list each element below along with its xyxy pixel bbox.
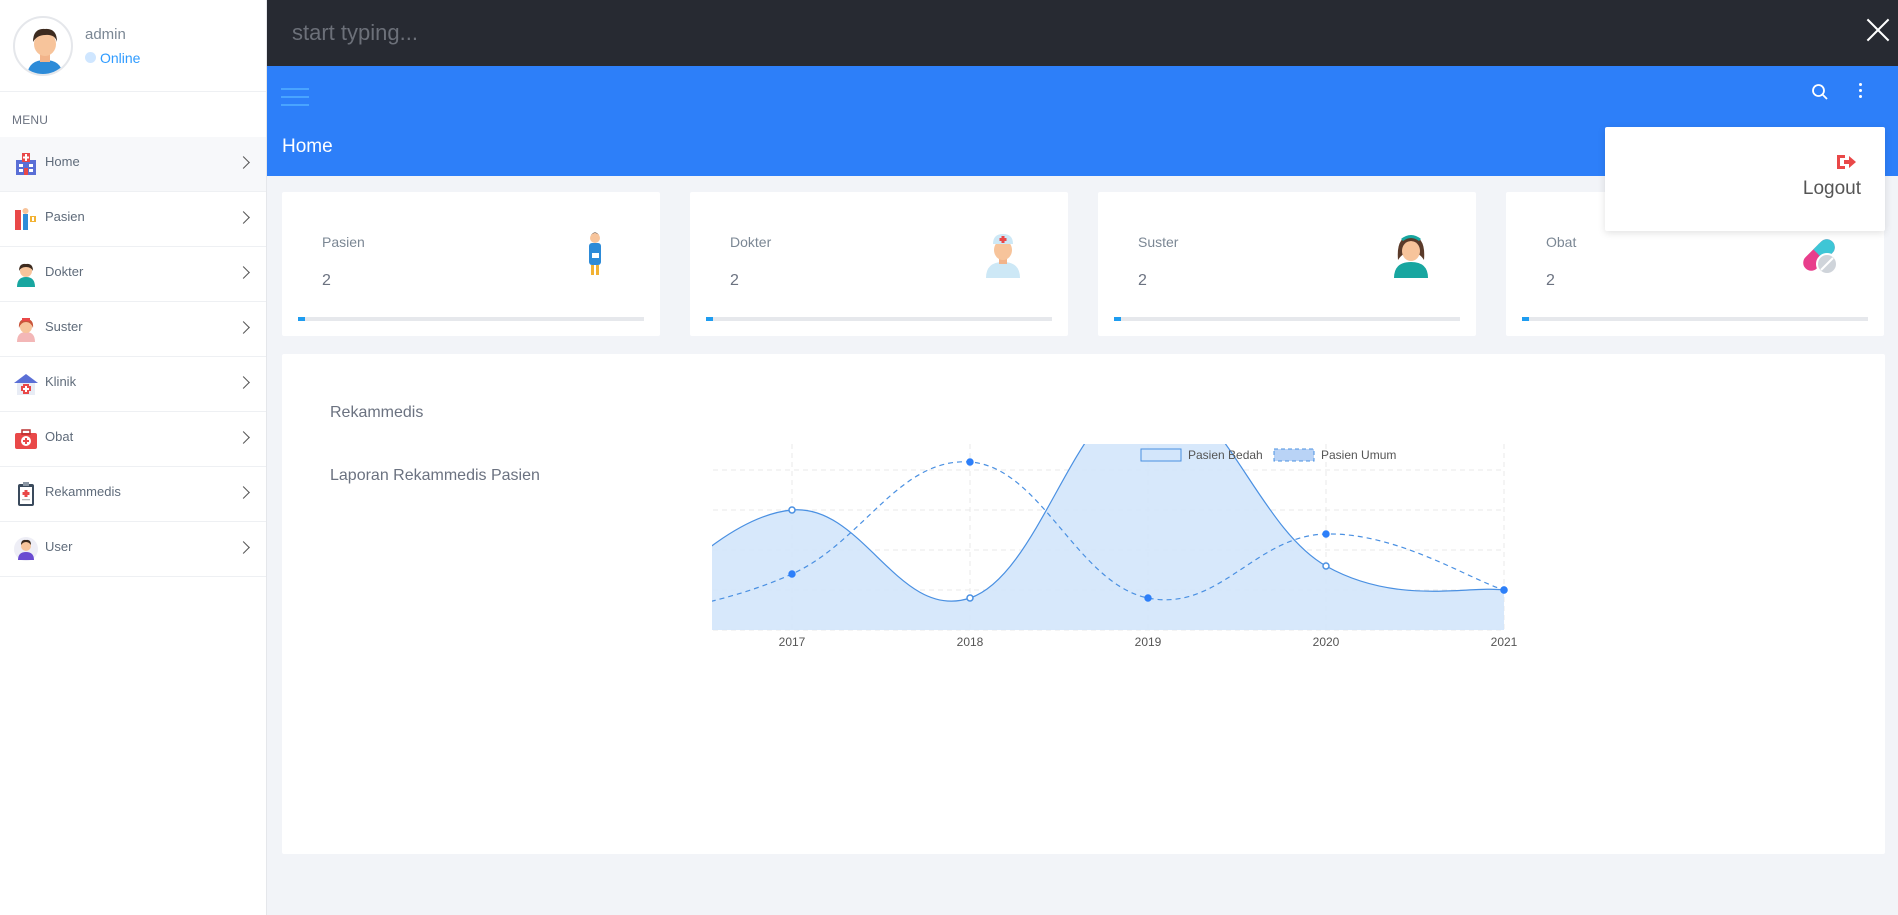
sidebar-item-obat[interactable]: Obat <box>0 412 266 467</box>
doctor-icon <box>12 260 40 288</box>
data-point <box>966 458 974 466</box>
user-avatar-icon <box>27 28 63 74</box>
search-input[interactable] <box>292 15 1592 51</box>
x-tick-label: 2019 <box>1135 635 1162 649</box>
stat-card-label: Obat <box>1546 234 1577 250</box>
sidebar-item-home[interactable]: Home <box>0 137 266 192</box>
stat-card-label: Dokter <box>730 234 772 250</box>
progress-bar <box>298 317 644 321</box>
page-title: Home <box>282 136 333 157</box>
x-tick-label: 2021 <box>1491 635 1518 649</box>
nurse-icon <box>1394 235 1428 278</box>
nurse-icon <box>12 315 40 343</box>
data-point <box>1322 562 1330 570</box>
progress-fill <box>1114 317 1121 321</box>
menu-header: MENU <box>12 113 49 127</box>
stat-card-pasien: Pasien 2 <box>282 192 660 336</box>
data-point <box>788 570 796 578</box>
series-area <box>712 444 1504 630</box>
data-point <box>1500 586 1508 594</box>
sidebar-item-dokter[interactable]: Dokter <box>0 247 266 302</box>
data-point <box>966 594 974 602</box>
patients-icon <box>12 205 40 233</box>
clinic-icon <box>12 370 40 398</box>
user-dropdown: Logout <box>1605 127 1885 231</box>
line-chart: 051015202530201620172018201920202021Pasi… <box>712 444 1518 649</box>
user-name: admin <box>85 25 126 43</box>
chevron-right-icon <box>237 486 250 499</box>
sidebar-item-label: Rekammedis <box>45 483 121 499</box>
sidebar-item-label: Suster <box>45 318 83 334</box>
close-icon[interactable] <box>1866 18 1890 42</box>
sidebar: admin Online MENU Home Pasien Dokter Sus… <box>0 0 267 915</box>
data-point <box>1322 530 1330 538</box>
stat-card-value: 2 <box>1138 272 1147 289</box>
sidebar-item-rekammedis[interactable]: Rekammedis <box>0 467 266 522</box>
sidebar-item-pasien[interactable]: Pasien <box>0 192 266 247</box>
legend-swatch <box>1273 448 1315 462</box>
chart-panel: Rekammedis Laporan Rekammedis Pasien 051… <box>282 354 1885 854</box>
logout-button[interactable]: Logout <box>1803 178 1861 200</box>
user-icon <box>12 535 40 563</box>
chevron-right-icon <box>237 431 250 444</box>
more-vertical-icon[interactable] <box>1855 83 1865 103</box>
x-tick-label: 2018 <box>957 635 984 649</box>
avatar[interactable] <box>13 15 73 76</box>
search-icon[interactable] <box>1811 83 1829 101</box>
stat-card-label: Suster <box>1138 234 1179 250</box>
user-status-label: Online <box>100 49 141 66</box>
stat-card-suster: Suster 2 <box>1098 192 1476 336</box>
stat-card-dokter: Dokter 2 <box>690 192 1068 336</box>
legend-label: Pasien Umum <box>1321 448 1396 462</box>
progress-bar <box>706 317 1052 321</box>
chevron-right-icon <box>237 211 250 224</box>
hospital-icon <box>12 150 40 178</box>
progress-bar <box>1114 317 1460 321</box>
sidebar-item-label: Obat <box>45 428 74 444</box>
chevron-right-icon <box>237 321 250 334</box>
medicine-kit-icon <box>12 425 40 453</box>
x-tick-label: 2020 <box>1313 635 1340 649</box>
x-tick-label: 2017 <box>779 635 806 649</box>
legend-label: Pasien Bedah <box>1188 448 1263 462</box>
stat-card-label: Pasien <box>322 234 365 250</box>
legend-swatch <box>1140 448 1182 462</box>
chevron-right-icon <box>237 376 250 389</box>
search-bar <box>267 0 1898 66</box>
progress-fill <box>706 317 713 321</box>
progress-bar <box>1522 317 1868 321</box>
stat-card-value: 2 <box>1546 272 1555 289</box>
online-dot-icon <box>85 52 96 63</box>
panel-title: Rekammedis <box>330 404 424 421</box>
progress-fill <box>298 317 305 321</box>
chevron-right-icon <box>237 156 250 169</box>
sidebar-item-label: Dokter <box>45 263 84 279</box>
chevron-right-icon <box>237 541 250 554</box>
user-panel: admin Online <box>0 0 266 92</box>
sidebar-item-suster[interactable]: Suster <box>0 302 266 357</box>
sidebar-item-label: Pasien <box>45 208 85 224</box>
stat-card-value: 2 <box>730 272 739 289</box>
chevron-right-icon <box>237 266 250 279</box>
logout-icon[interactable] <box>1835 153 1857 171</box>
sidebar-item-label: Home <box>45 153 80 169</box>
pill-icon <box>1803 239 1838 275</box>
hamburger-menu-icon[interactable] <box>281 88 309 110</box>
sidebar-item-label: Klinik <box>45 373 77 389</box>
sidebar-item-label: User <box>45 538 73 554</box>
patient-icon <box>589 232 601 275</box>
data-point <box>788 506 796 514</box>
progress-fill <box>1522 317 1529 321</box>
data-point <box>1144 594 1152 602</box>
user-status: Online <box>85 50 140 66</box>
stat-card-value: 2 <box>322 272 331 289</box>
clipboard-icon <box>12 480 40 508</box>
sidebar-item-klinik[interactable]: Klinik <box>0 357 266 412</box>
sidebar-item-user[interactable]: User <box>0 522 266 577</box>
panel-subtitle: Laporan Rekammedis Pasien <box>330 467 540 484</box>
doctor-icon <box>986 234 1020 278</box>
